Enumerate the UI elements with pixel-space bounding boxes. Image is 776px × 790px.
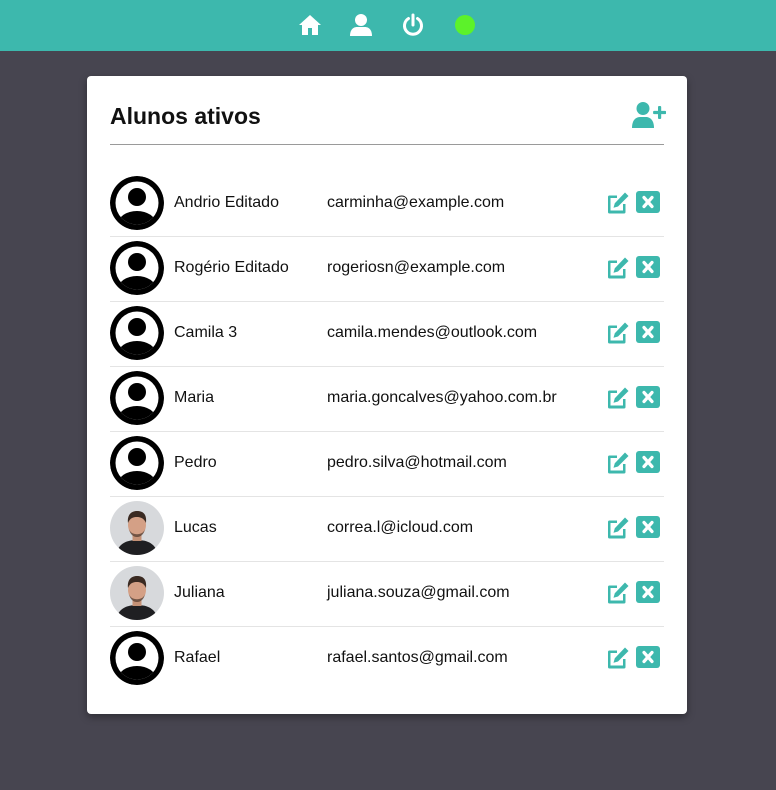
delete-button[interactable] [636, 386, 660, 408]
delete-icon [636, 451, 660, 473]
edit-icon [608, 517, 629, 539]
edit-button[interactable] [604, 516, 630, 540]
student-email: camila.mendes@outlook.com [327, 324, 538, 341]
delete-icon [636, 581, 660, 603]
student-name: Juliana [174, 584, 225, 601]
student-email: rafael.santos@gmail.com [327, 649, 508, 666]
student-row: Camila 3 camila.mendes@outlook.com [110, 302, 664, 367]
student-list: Andrio Editado carminha@example.com Rogé… [110, 172, 664, 692]
student-row: Lucas correa.l@icloud.com [110, 497, 664, 562]
student-name: Rogério Editado [174, 259, 289, 276]
profile-photo [110, 501, 164, 555]
delete-icon [636, 646, 660, 668]
avatar [110, 306, 164, 360]
avatar [110, 631, 164, 685]
default-avatar-icon [110, 241, 164, 295]
student-email: maria.goncalves@yahoo.com.br [327, 389, 557, 406]
edit-icon [608, 192, 629, 214]
delete-button[interactable] [636, 321, 660, 343]
student-name: Rafael [174, 649, 221, 666]
delete-button[interactable] [636, 451, 660, 473]
avatar [110, 176, 164, 230]
avatar [110, 371, 164, 425]
power-icon[interactable] [400, 12, 426, 38]
student-email: pedro.silva@hotmail.com [327, 454, 507, 471]
avatar [110, 436, 164, 490]
student-row: Rogério Editado rogeriosn@example.com [110, 237, 664, 302]
default-avatar-icon [110, 371, 164, 425]
user-plus-icon [632, 102, 666, 128]
delete-icon [636, 191, 660, 213]
top-navbar [0, 0, 776, 51]
student-email: correa.l@icloud.com [327, 519, 474, 536]
edit-button[interactable] [604, 581, 630, 605]
title-divider [110, 144, 664, 145]
edit-icon [608, 582, 629, 604]
active-students-card: Alunos ativos Andrio Editado carminha@ex… [87, 76, 687, 714]
delete-icon [636, 516, 660, 538]
avatar [110, 566, 164, 620]
avatar [110, 501, 164, 555]
student-name: Maria [174, 389, 215, 406]
user-icon[interactable] [348, 12, 374, 38]
student-name: Lucas [174, 519, 217, 536]
delete-button[interactable] [636, 646, 660, 668]
student-email: carminha@example.com [327, 194, 505, 211]
edit-icon [608, 647, 629, 669]
student-row: Rafael rafael.santos@gmail.com [110, 627, 664, 692]
delete-button[interactable] [636, 516, 660, 538]
edit-button[interactable] [604, 646, 630, 670]
edit-icon [608, 322, 629, 344]
edit-button[interactable] [604, 321, 630, 345]
default-avatar-icon [110, 176, 164, 230]
delete-icon [636, 256, 660, 278]
avatar [110, 241, 164, 295]
default-avatar-icon [110, 436, 164, 490]
default-avatar-icon [110, 306, 164, 360]
edit-icon [608, 387, 629, 409]
delete-button[interactable] [636, 191, 660, 213]
student-row: Andrio Editado carminha@example.com [110, 172, 664, 237]
edit-button[interactable] [604, 191, 630, 215]
edit-button[interactable] [604, 451, 630, 475]
delete-button[interactable] [636, 256, 660, 278]
student-name: Camila 3 [174, 324, 238, 341]
student-email: juliana.souza@gmail.com [327, 584, 510, 601]
profile-photo [110, 566, 164, 620]
delete-icon [636, 386, 660, 408]
edit-icon [608, 452, 629, 474]
student-row: Pedro pedro.silva@hotmail.com [110, 432, 664, 497]
student-name: Pedro [174, 454, 217, 471]
online-status-indicator [455, 15, 475, 35]
student-row: Maria maria.goncalves@yahoo.com.br [110, 367, 664, 432]
delete-icon [636, 321, 660, 343]
add-student-button[interactable] [632, 101, 666, 129]
home-icon[interactable] [297, 12, 323, 38]
student-row: Juliana juliana.souza@gmail.com [110, 562, 664, 627]
default-avatar-icon [110, 631, 164, 685]
student-email: rogeriosn@example.com [327, 259, 506, 276]
edit-button[interactable] [604, 256, 630, 280]
delete-button[interactable] [636, 581, 660, 603]
edit-button[interactable] [604, 386, 630, 410]
student-name: Andrio Editado [174, 194, 279, 211]
edit-icon [608, 257, 629, 279]
page-title: Alunos ativos [110, 103, 261, 129]
